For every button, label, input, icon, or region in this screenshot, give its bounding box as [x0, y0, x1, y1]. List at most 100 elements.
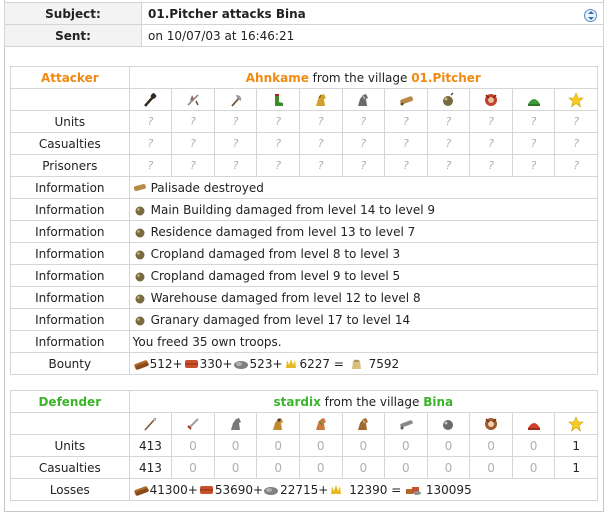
sword-icon — [187, 417, 199, 430]
info-label: Information — [10, 176, 130, 199]
defender-heading: stardix from the village Bina — [128, 390, 599, 413]
attacker-prisoners-cell: ? — [128, 154, 173, 177]
defender-casualties-row: Casualties 413 0 0 0 0 0 0 0 0 0 1 — [10, 456, 598, 479]
attacker-casualties-row: Casualties ? ? ? ? ? ? ? ? ? ? ? — [10, 132, 598, 155]
ram-icon — [400, 419, 413, 429]
defender-units-cell: 0 — [469, 434, 513, 457]
horse2-icon — [315, 417, 326, 430]
catapult-icon — [135, 294, 145, 303]
attacker-units-cell: ? — [426, 110, 471, 133]
defender-units-cell: 0 — [171, 434, 215, 457]
resources-total-icon — [406, 486, 422, 495]
iron-icon — [264, 486, 279, 495]
losses-wood: 41300 — [149, 482, 188, 497]
defender-role: Defender — [10, 390, 130, 413]
attacker-heading: Ahnkame from the village 01.Pitcher — [128, 66, 599, 89]
catapult-icon — [135, 250, 145, 259]
info-text: Granary damaged from level 17 to level 1… — [150, 312, 411, 327]
info-label: Information — [10, 286, 130, 309]
info-row: Information Residence damaged from level… — [10, 220, 599, 243]
hero-icon — [568, 415, 584, 432]
chief-icon — [485, 93, 498, 106]
spear-icon — [144, 417, 157, 431]
defender-units-cell: 1 — [554, 434, 598, 457]
info-row: Information Warehouse damaged from level… — [10, 286, 599, 309]
settler-icon — [527, 422, 540, 430]
attacker-prisoners-label: Prisoners — [10, 154, 130, 177]
defender-casualties-cell: 0 — [511, 456, 556, 479]
defender-village-link[interactable]: Bina — [423, 395, 453, 409]
attacker-units-cell: ? — [171, 110, 215, 133]
info-text: Residence damaged from level 13 to level… — [150, 224, 416, 239]
subject-label: Subject: — [4, 2, 142, 25]
info-text: Warehouse damaged from level 12 to level… — [150, 290, 421, 305]
horse-armored-icon — [358, 417, 369, 430]
sent-label: Sent: — [4, 24, 142, 47]
attacker-unit-icons-row — [10, 88, 598, 111]
losses-row: Losses 41300+ 53690+ 22715+ 12390 = 130095 — [10, 478, 599, 501]
info-label: Information — [10, 264, 130, 287]
defender-units-cell: 0 — [511, 434, 556, 457]
bounty-total: 7592 — [368, 356, 400, 371]
attacker-casualties-cell: ? — [128, 132, 173, 155]
settler-icon — [527, 98, 540, 106]
attacker-casualties-cell: ? — [554, 132, 598, 155]
attacker-player-link[interactable]: Ahnkame — [246, 71, 309, 85]
catapult-icon — [135, 228, 145, 237]
info-label: Information — [10, 198, 130, 221]
carry-icon — [351, 359, 361, 369]
iron-icon — [233, 360, 248, 369]
attacker-prisoners-cell: ? — [511, 154, 556, 177]
info-text: Cropland damaged from level 8 to level 3 — [150, 246, 401, 261]
defender-units-cell: 0 — [341, 434, 386, 457]
catapult-icon — [135, 272, 145, 281]
defender-casualties-cell: 0 — [384, 456, 428, 479]
clay-icon — [184, 359, 198, 368]
info-row: Information Granary damaged from level 1… — [10, 308, 599, 331]
wood-icon — [133, 359, 149, 370]
catapult-icon — [443, 91, 454, 106]
attacker-prisoners-cell: ? — [213, 154, 258, 177]
info-text: Palisade destroyed — [150, 180, 264, 195]
attacker-units-cell: ? — [256, 110, 300, 133]
clay-icon — [199, 485, 213, 494]
info-label: Information — [10, 330, 130, 353]
attacker-units-row: Units ? ? ? ? ? ? ? ? ? ? ? — [10, 110, 598, 133]
message-header: Subject: 01.Pitcher attacks Bina Sent: o… — [4, 2, 604, 47]
attacker-casualties-cell: ? — [469, 132, 513, 155]
defender-casualties-label: Casualties — [10, 456, 130, 479]
chief-icon — [485, 417, 498, 430]
attacker-prisoners-cell: ? — [469, 154, 513, 177]
horse-icon — [230, 417, 241, 430]
info-label: Information — [10, 308, 130, 331]
losses-clay: 53690 — [214, 482, 254, 497]
defender-units-cell: 0 — [384, 434, 428, 457]
defender-units-cell: 0 — [256, 434, 300, 457]
attacker-casualties-label: Casualties — [10, 132, 130, 155]
expand-toggle-icon[interactable] — [584, 9, 597, 22]
axe2-icon — [230, 94, 241, 107]
defender-player-link[interactable]: stardix — [274, 395, 321, 409]
attacker-casualties-cell: ? — [384, 132, 428, 155]
catapult-icon — [443, 419, 454, 430]
defender-casualties-cell: 0 — [469, 456, 513, 479]
wood-icon — [133, 485, 149, 496]
attacker-casualties-cell: ? — [213, 132, 258, 155]
scout-icon — [273, 417, 284, 430]
club-icon — [144, 92, 157, 107]
attacker-units-cell: ? — [469, 110, 513, 133]
attacker-units-cell: ? — [511, 110, 556, 133]
attacker-prisoners-cell: ? — [426, 154, 471, 177]
attacker-prisoners-row: Prisoners ? ? ? ? ? ? ? ? ? ? ? — [10, 154, 598, 177]
defender-casualties-cell: 0 — [341, 456, 386, 479]
crop-icon — [331, 484, 342, 494]
attacker-casualties-cell: ? — [426, 132, 471, 155]
defender-casualties-cell: 413 — [128, 456, 173, 479]
attacker-prisoners-cell: ? — [256, 154, 300, 177]
info-label: Information — [10, 242, 130, 265]
attacker-village-link[interactable]: 01.Pitcher — [411, 71, 481, 85]
defender-casualties-cell: 0 — [298, 456, 343, 479]
defender-casualties-cell: 0 — [213, 456, 258, 479]
attacker-units-cell: ? — [213, 110, 258, 133]
defender-casualties-cell: 0 — [256, 456, 300, 479]
